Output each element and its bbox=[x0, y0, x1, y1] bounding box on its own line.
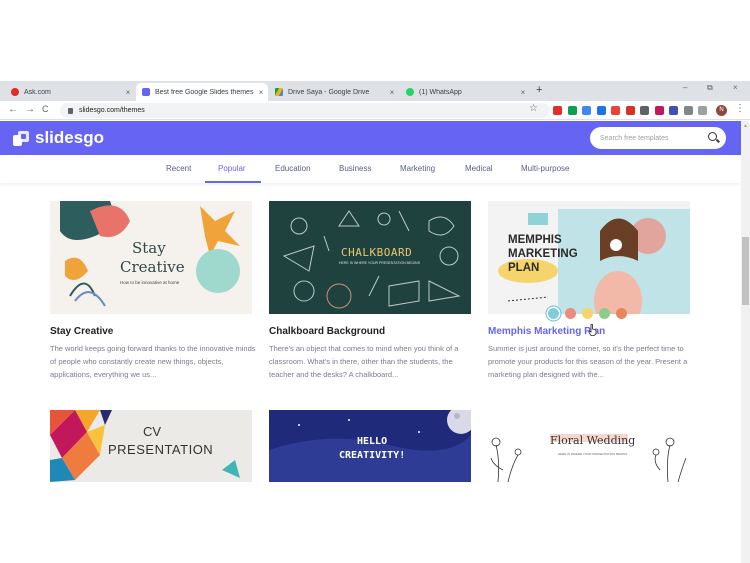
tab-close-icon[interactable]: × bbox=[516, 88, 530, 97]
category-popular[interactable]: Popular bbox=[218, 164, 246, 173]
thumb-heading: Floral Wedding bbox=[550, 434, 636, 447]
bookmark-star-icon[interactable]: ☆ bbox=[529, 103, 538, 114]
thumb-heading-2: Creative bbox=[120, 258, 185, 276]
tab-close-icon[interactable]: × bbox=[254, 88, 268, 97]
ask-favicon-icon bbox=[11, 88, 19, 96]
color-option-coral[interactable] bbox=[565, 308, 576, 319]
color-option-orange[interactable] bbox=[616, 308, 627, 319]
tab-title: (1) WhatsApp bbox=[419, 88, 462, 96]
lock-icon bbox=[68, 107, 73, 114]
slidesgo-favicon-icon bbox=[142, 88, 150, 96]
category-multi-purpose[interactable]: Multi-purpose bbox=[521, 164, 569, 173]
thumb-line-2: CREATIVITY! bbox=[339, 450, 406, 461]
thumb-line-1: MEMPHIS bbox=[508, 234, 562, 246]
page-scrollbar[interactable]: ▲ bbox=[741, 121, 750, 563]
stay-creative-thumbnail[interactable]: Stay Creative How to be innovative at ho… bbox=[50, 201, 252, 314]
card-title[interactable]: Chalkboard Background bbox=[269, 326, 385, 337]
extension-icon[interactable] bbox=[611, 106, 620, 115]
new-tab-button[interactable]: + bbox=[536, 84, 542, 96]
hand-cursor-icon bbox=[588, 324, 597, 336]
active-category-underline bbox=[205, 181, 261, 183]
color-option-teal[interactable] bbox=[548, 308, 559, 319]
whatsapp-favicon-icon bbox=[406, 88, 414, 96]
extension-icon[interactable] bbox=[567, 106, 577, 115]
thumb-line-2: MARKETING bbox=[508, 248, 578, 260]
tab-title: Best free Google Slides themes and bbox=[155, 88, 254, 96]
extension-icon[interactable] bbox=[625, 106, 635, 115]
thumb-line-1: HELLO bbox=[357, 436, 388, 447]
thumb-subtitle: HERE IS WHERE YOUR PRESENTATION BEGINS bbox=[558, 452, 628, 456]
hello-creativity-thumbnail[interactable]: HELLO CREATIVITY! bbox=[269, 410, 471, 482]
thumb-line-2: PRESENTATION bbox=[108, 442, 214, 457]
reload-icon[interactable]: C bbox=[42, 104, 49, 114]
close-window-button[interactable]: × bbox=[733, 83, 738, 92]
browser-menu-icon[interactable]: ⋮ bbox=[735, 103, 745, 114]
browser-tab-strip: Ask.com × Best free Google Slides themes… bbox=[0, 81, 750, 101]
color-option-yellow[interactable] bbox=[582, 308, 593, 319]
extension-icon[interactable] bbox=[654, 106, 664, 115]
search-placeholder: Search free templates bbox=[600, 134, 669, 142]
browser-tab-ask[interactable]: Ask.com × bbox=[5, 83, 135, 101]
extension-icon[interactable] bbox=[640, 106, 649, 115]
address-bar[interactable]: slidesgo.com/themes bbox=[60, 103, 550, 118]
cv-presentation-thumbnail[interactable]: CV PRESENTATION bbox=[50, 410, 252, 482]
card-description: There's an object that comes to mind whe… bbox=[269, 344, 459, 379]
browser-toolbar: ← → C slidesgo.com/themes ☆ N ⋮ bbox=[0, 101, 750, 120]
chalkboard-thumbnail[interactable]: CHALKBOARD HERE IS WHERE YOUR PRESENTATI… bbox=[269, 201, 471, 314]
browser-tab-whatsapp[interactable]: (1) WhatsApp × bbox=[400, 83, 530, 101]
tab-close-icon[interactable]: × bbox=[121, 88, 135, 97]
tab-close-icon[interactable]: × bbox=[385, 88, 399, 97]
minimize-window-button[interactable]: – bbox=[683, 83, 687, 92]
tab-title: Ask.com bbox=[24, 88, 51, 96]
card-description: The world keeps going forward thanks to … bbox=[50, 344, 256, 379]
slidesgo-logo-icon bbox=[13, 130, 30, 146]
extension-icon[interactable] bbox=[698, 106, 707, 115]
search-icon[interactable] bbox=[708, 132, 717, 141]
category-nav: Recent Popular Education Business Market… bbox=[0, 155, 741, 183]
profile-avatar[interactable]: N bbox=[716, 105, 727, 116]
extension-icon[interactable] bbox=[553, 106, 562, 115]
category-business[interactable]: Business bbox=[339, 164, 371, 173]
extension-icon[interactable] bbox=[683, 106, 693, 115]
category-medical[interactable]: Medical bbox=[465, 164, 493, 173]
thumb-heading: CHALKBOARD bbox=[341, 246, 413, 259]
scrollbar-thumb[interactable] bbox=[742, 237, 749, 305]
extension-icon[interactable] bbox=[582, 106, 591, 115]
tab-title: Drive Saya - Google Drive bbox=[288, 88, 370, 96]
thumb-title-block: MEMPHIS MARKETING PLAN bbox=[508, 233, 578, 275]
thumb-line-3: PLAN bbox=[508, 262, 540, 274]
forward-arrow-icon[interactable]: → bbox=[25, 104, 35, 115]
slidesgo-logo[interactable]: slidesgo bbox=[13, 128, 104, 148]
browser-tab-drive[interactable]: Drive Saya - Google Drive × bbox=[269, 83, 399, 101]
thumb-heading-1: Stay bbox=[132, 239, 166, 257]
memphis-marketing-thumbnail[interactable]: MEMPHIS MARKETING PLAN bbox=[488, 201, 690, 314]
color-options bbox=[548, 308, 627, 319]
category-recent[interactable]: Recent bbox=[166, 164, 191, 173]
site-header: slidesgo Search free templates bbox=[0, 121, 741, 155]
extension-icon[interactable] bbox=[596, 106, 606, 115]
card-title[interactable]: Stay Creative bbox=[50, 326, 113, 337]
card-description: Summer is just around the corner, so it'… bbox=[488, 344, 688, 379]
back-arrow-icon[interactable]: ← bbox=[8, 104, 18, 115]
logo-text: slidesgo bbox=[35, 128, 104, 147]
restore-window-button[interactable]: ⧉ bbox=[707, 83, 713, 93]
thumb-subtitle: How to be innovative at home bbox=[120, 280, 180, 285]
browser-tab-slidesgo[interactable]: Best free Google Slides themes and × bbox=[136, 83, 268, 101]
search-input[interactable]: Search free templates bbox=[590, 127, 726, 149]
category-marketing[interactable]: Marketing bbox=[400, 164, 435, 173]
extension-icon[interactable] bbox=[669, 106, 678, 115]
scroll-up-icon[interactable]: ▲ bbox=[743, 123, 748, 129]
url-text: slidesgo.com/themes bbox=[79, 107, 145, 114]
page: Ask.com × Best free Google Slides themes… bbox=[0, 0, 750, 563]
floral-wedding-thumbnail[interactable]: Floral Wedding HERE IS WHERE YOUR PRESEN… bbox=[488, 410, 690, 482]
thumb-subtitle: HERE IS WHERE YOUR PRESENTATION BEGINS bbox=[339, 261, 420, 265]
google-drive-favicon-icon bbox=[275, 88, 283, 96]
thumb-line-1: CV bbox=[143, 424, 162, 439]
category-education[interactable]: Education bbox=[275, 164, 311, 173]
color-option-green[interactable] bbox=[599, 308, 610, 319]
